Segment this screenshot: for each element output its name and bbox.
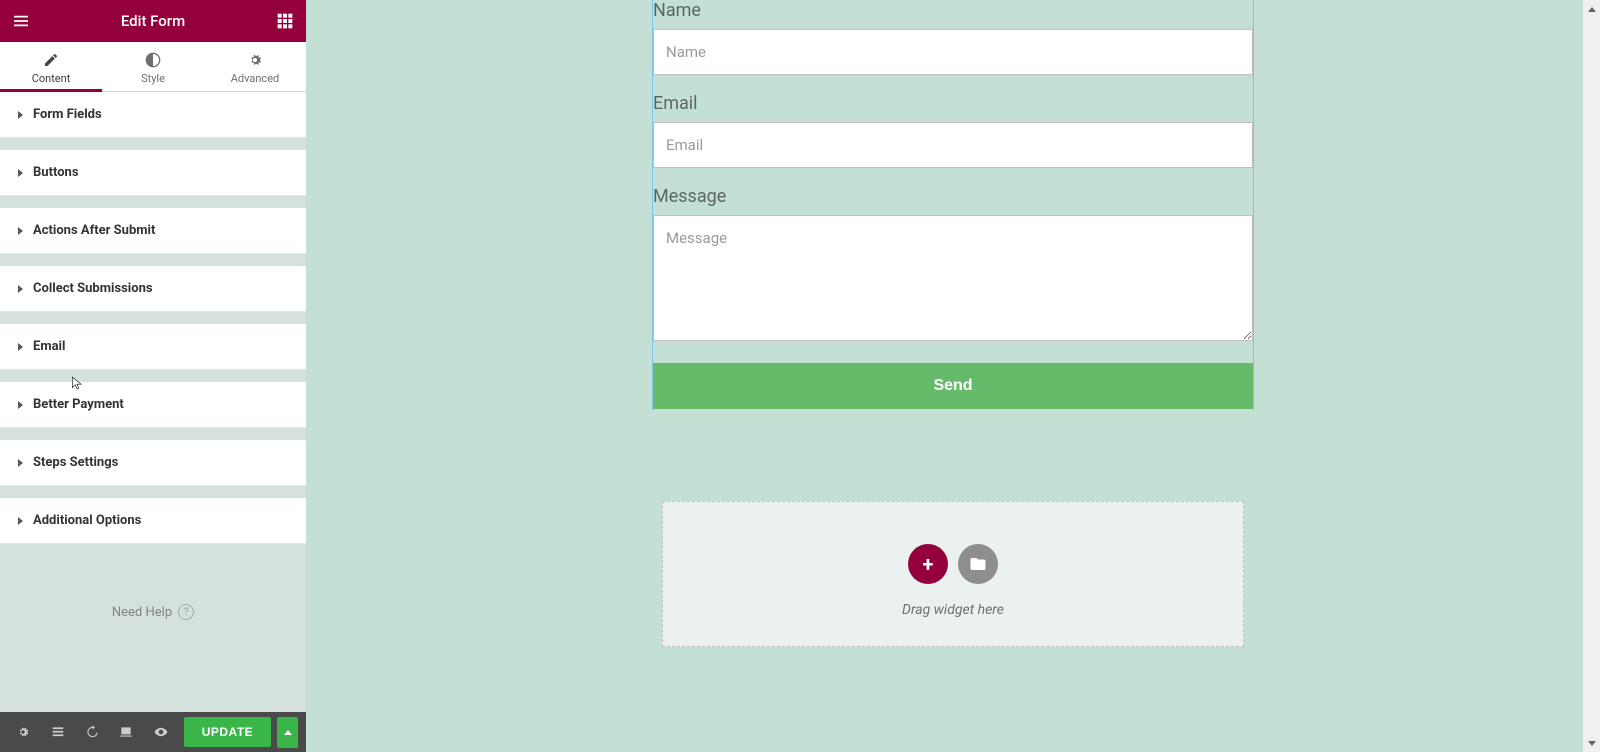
- section-collect-submissions[interactable]: Collect Submissions: [0, 266, 306, 312]
- scroll-down-icon[interactable]: [1586, 736, 1597, 750]
- caret-icon: [18, 169, 23, 177]
- tab-label: Content: [32, 72, 71, 85]
- canvas-scrollbar[interactable]: [1583, 0, 1600, 752]
- sidebar-sections: Form Fields Buttons Actions After Submit…: [0, 92, 306, 712]
- pencil-icon: [43, 52, 59, 68]
- section-steps-settings[interactable]: Steps Settings: [0, 440, 306, 486]
- editor-canvas[interactable]: Name Email Message Send + Drag widget he…: [306, 0, 1600, 752]
- form-field-email: Email: [653, 93, 1253, 186]
- name-input[interactable]: [653, 29, 1253, 75]
- add-section-button[interactable]: +: [908, 544, 948, 584]
- sidebar-tabs: Content Style Advanced: [0, 42, 306, 92]
- tab-label: Advanced: [231, 72, 279, 85]
- scroll-up-icon[interactable]: [1586, 2, 1597, 16]
- help-icon: ?: [178, 604, 194, 620]
- send-button[interactable]: Send: [653, 363, 1253, 409]
- tab-content[interactable]: Content: [0, 42, 102, 91]
- update-dropdown[interactable]: [277, 717, 298, 748]
- tab-advanced[interactable]: Advanced: [204, 42, 306, 91]
- dropzone-text: Drag widget here: [663, 602, 1243, 618]
- caret-icon: [18, 343, 23, 351]
- navigator-icon[interactable]: [42, 716, 72, 748]
- folder-icon: [969, 555, 987, 573]
- field-label: Message: [653, 186, 1253, 207]
- section-form-fields[interactable]: Form Fields: [0, 92, 306, 138]
- editor-sidebar: Edit Form Content Style Advanced Form Fi…: [0, 0, 306, 752]
- sidebar-bottom-bar: UPDATE: [0, 712, 306, 752]
- caret-icon: [18, 285, 23, 293]
- field-label: Name: [653, 0, 1253, 21]
- widgets-grid-icon[interactable]: [276, 12, 294, 30]
- section-email[interactable]: Email: [0, 324, 306, 370]
- email-input[interactable]: [653, 122, 1253, 168]
- preview-icon[interactable]: [145, 716, 175, 748]
- gear-icon: [247, 52, 263, 68]
- caret-icon: [18, 517, 23, 525]
- caret-icon: [18, 459, 23, 467]
- need-help-link[interactable]: Need Help ?: [0, 604, 306, 620]
- form-field-message: Message: [653, 186, 1253, 363]
- tab-label: Style: [141, 72, 165, 85]
- sidebar-header: Edit Form: [0, 0, 306, 42]
- contrast-icon: [145, 52, 161, 68]
- sidebar-title: Edit Form: [30, 12, 276, 30]
- section-buttons[interactable]: Buttons: [0, 150, 306, 196]
- caret-icon: [18, 227, 23, 235]
- message-textarea[interactable]: [653, 215, 1253, 341]
- section-actions-after-submit[interactable]: Actions After Submit: [0, 208, 306, 254]
- responsive-icon[interactable]: [111, 716, 141, 748]
- settings-icon[interactable]: [8, 716, 38, 748]
- form-widget[interactable]: Name Email Message Send: [652, 0, 1254, 411]
- menu-icon[interactable]: [12, 12, 30, 30]
- template-library-button[interactable]: [958, 544, 998, 584]
- tab-style[interactable]: Style: [102, 42, 204, 91]
- section-better-payment[interactable]: Better Payment: [0, 382, 306, 428]
- caret-icon: [18, 401, 23, 409]
- history-icon[interactable]: [77, 716, 107, 748]
- caret-icon: [18, 111, 23, 119]
- form-field-name: Name: [653, 0, 1253, 93]
- field-label: Email: [653, 93, 1253, 114]
- section-additional-options[interactable]: Additional Options: [0, 498, 306, 544]
- update-button[interactable]: UPDATE: [184, 717, 271, 747]
- widget-dropzone[interactable]: + Drag widget here: [662, 501, 1244, 647]
